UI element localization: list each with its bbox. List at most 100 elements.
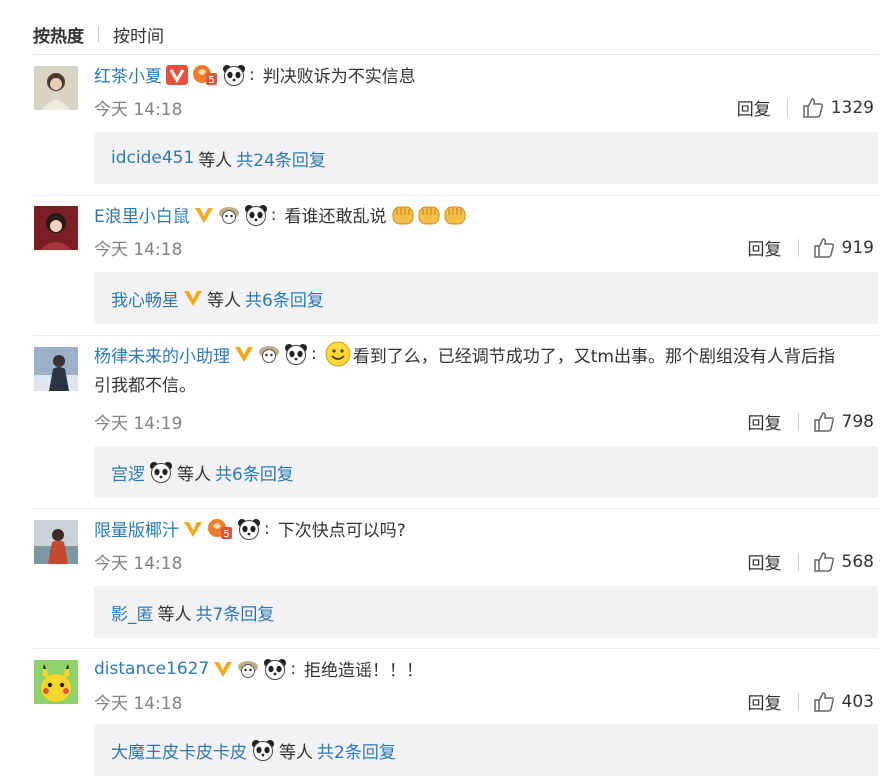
fist-emoji-icon xyxy=(390,203,416,227)
comment-header: distance1627 : 拒绝造谣！！！ xyxy=(94,656,423,681)
comment-time: 今天 14:18 xyxy=(94,554,183,574)
sort-separator xyxy=(98,26,99,42)
sort-bar: 按热度 按时间 xyxy=(33,22,164,47)
like-count: 919 xyxy=(841,237,874,258)
colon: : xyxy=(311,344,317,364)
panda-icon xyxy=(251,739,275,761)
comment-text-line1: 看到了么，已经调节成功了，又tm出事。那个剧组没有人背后指 xyxy=(352,346,835,367)
like-count: 568 xyxy=(841,551,874,572)
reply-others-text: 等人 xyxy=(157,604,192,625)
sheep-icon xyxy=(258,344,280,364)
sort-by-time-tab[interactable]: 按时间 xyxy=(113,22,164,47)
svg-text:5: 5 xyxy=(208,75,214,86)
vip-v-icon xyxy=(183,289,203,307)
sort-by-hot-tab[interactable]: 按热度 xyxy=(33,22,84,47)
reply-count-link[interactable]: 共6条回复 xyxy=(215,460,294,485)
comment-actions: 回复 568 xyxy=(748,549,874,575)
like-button[interactable]: 919 xyxy=(813,237,874,259)
comment-header: 限量版椰汁 5 : 下次快点可以吗? xyxy=(94,516,406,541)
action-separator xyxy=(797,238,799,257)
thumbs-up-icon xyxy=(813,237,834,258)
avatar[interactable] xyxy=(34,66,78,110)
username-link[interactable]: E浪里小白鼠 xyxy=(94,202,190,227)
panda-icon xyxy=(244,204,268,226)
avatar[interactable] xyxy=(34,206,78,250)
level-5-icon: 5 xyxy=(192,64,218,86)
comment-actions: 回复 798 xyxy=(748,409,874,435)
username-link[interactable]: 限量版椰汁 xyxy=(94,516,179,541)
reply-count-link[interactable]: 共24条回复 xyxy=(236,146,326,171)
thumbs-up-icon xyxy=(813,551,834,572)
sheep-icon xyxy=(218,205,240,225)
reply-others-text: 等人 xyxy=(198,150,233,171)
comment-actions: 回复 1329 xyxy=(737,95,874,121)
comment-text: 判决败诉为不实信息 xyxy=(262,67,416,87)
like-button[interactable]: 798 xyxy=(813,411,874,433)
comment-time: 今天 14:19 xyxy=(94,414,183,434)
reply-summary-box[interactable]: 影_匿 等人 共7条回复 xyxy=(94,586,878,638)
reply-summary-box[interactable]: 大魔王皮卡皮卡皮 等人 共2条回复 xyxy=(94,724,878,776)
smile-emoji-icon xyxy=(325,341,351,367)
reply-count-link[interactable]: 共6条回复 xyxy=(245,286,324,311)
username-link[interactable]: distance1627 xyxy=(94,659,209,679)
colon: : xyxy=(270,204,277,225)
verified-v-icon xyxy=(166,64,188,85)
row-divider xyxy=(33,648,879,649)
svg-text:5: 5 xyxy=(223,529,229,540)
username-link[interactable]: 红茶小夏 xyxy=(94,62,162,87)
reply-button[interactable]: 回复 xyxy=(748,409,782,434)
vip-v-icon xyxy=(194,206,214,224)
comment-time: 今天 14:18 xyxy=(94,100,183,120)
reply-user-link[interactable]: 我心畅星 xyxy=(111,286,179,311)
reply-count-link[interactable]: 共2条回复 xyxy=(317,738,396,763)
like-button[interactable]: 568 xyxy=(813,551,874,573)
avatar[interactable] xyxy=(34,520,78,564)
panda-icon xyxy=(149,461,173,483)
fist-emoji-icon xyxy=(416,203,442,227)
colon: : xyxy=(249,64,255,85)
comment-time: 今天 14:18 xyxy=(94,694,183,714)
fist-emoji-icon xyxy=(442,203,468,227)
thumbs-up-icon xyxy=(813,691,834,712)
like-button[interactable]: 1329 xyxy=(802,97,874,119)
top-divider xyxy=(33,54,879,55)
username-link[interactable]: 杨律未来的小助理 xyxy=(94,342,230,367)
reply-button[interactable]: 回复 xyxy=(748,235,782,260)
comment-header: 杨律未来的小助理 : 看到了么，已经调节成功了，又tm出事。那个剧组没有人背后指 xyxy=(94,341,835,367)
reply-button[interactable]: 回复 xyxy=(748,549,782,574)
vip-v-icon xyxy=(234,345,254,363)
reply-summary-box[interactable]: 宫逻 等人 共6条回复 xyxy=(94,446,878,498)
reply-user-link[interactable]: 影_匿 xyxy=(111,600,154,625)
reply-user-link[interactable]: idcide451 xyxy=(111,148,194,168)
reply-summary-box[interactable]: idcide451 等人 共24条回复 xyxy=(94,132,878,184)
comment-actions: 回复 403 xyxy=(748,689,874,715)
reply-user-link[interactable]: 宫逻 xyxy=(111,460,145,485)
thumbs-up-icon xyxy=(813,411,834,432)
comment-header: E浪里小白鼠 : 看谁还敢乱说 xyxy=(94,202,468,227)
reply-others-text: 等人 xyxy=(207,290,241,311)
avatar[interactable] xyxy=(34,347,78,391)
avatar[interactable] xyxy=(34,660,78,704)
panda-icon xyxy=(222,64,246,86)
vip-v-icon xyxy=(183,520,203,538)
sheep-icon xyxy=(237,659,259,679)
reply-button[interactable]: 回复 xyxy=(737,95,771,120)
row-divider xyxy=(33,508,879,509)
like-count: 1329 xyxy=(830,97,874,118)
reply-button[interactable]: 回复 xyxy=(748,689,782,714)
thumbs-up-icon xyxy=(802,97,823,118)
like-count: 403 xyxy=(841,691,874,712)
reply-summary-box[interactable]: 我心畅星 等人 共6条回复 xyxy=(94,272,878,324)
comment-text: 拒绝造谣！！！ xyxy=(304,661,424,681)
comment-text-line2: 引我都不信。 xyxy=(94,376,196,396)
panda-icon xyxy=(237,518,261,540)
colon: : xyxy=(290,658,297,679)
row-divider xyxy=(33,195,879,196)
comment-time: 今天 14:18 xyxy=(94,240,183,260)
reply-count-link[interactable]: 共7条回复 xyxy=(196,600,275,625)
reply-user-link[interactable]: 大魔王皮卡皮卡皮 xyxy=(111,738,247,763)
level-5-icon: 5 xyxy=(207,518,233,540)
like-button[interactable]: 403 xyxy=(813,691,874,713)
vip-v-icon xyxy=(213,660,233,678)
panda-icon xyxy=(284,343,308,365)
